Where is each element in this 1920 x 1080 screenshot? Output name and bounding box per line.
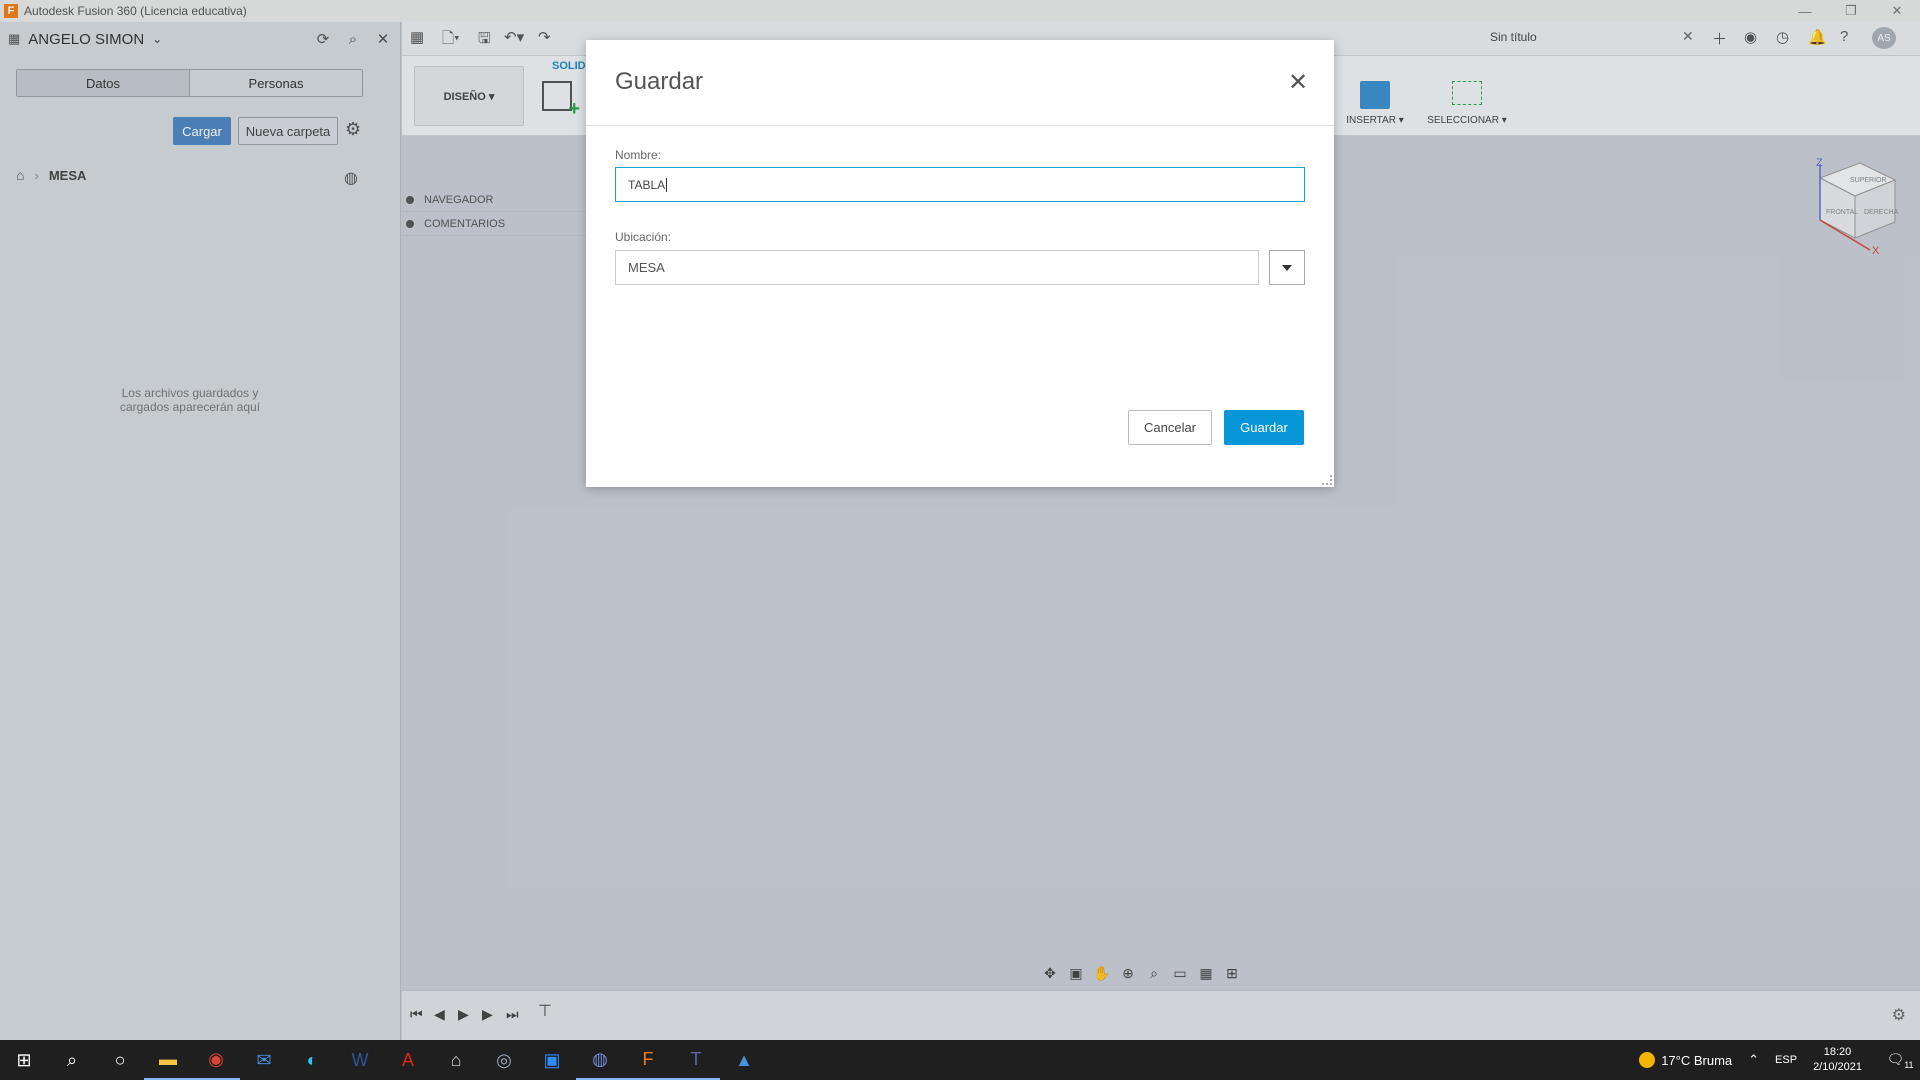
weather-widget[interactable]: 17°C Bruma bbox=[1639, 1052, 1732, 1068]
clock-date: 2/10/2021 bbox=[1813, 1061, 1862, 1073]
cortana-icon[interactable]: ○ bbox=[96, 1040, 144, 1080]
language-indicator[interactable]: ESP bbox=[1775, 1054, 1797, 1066]
name-input-value: TABLA bbox=[628, 177, 666, 192]
acrobat-icon[interactable]: A bbox=[384, 1040, 432, 1080]
cancel-button[interactable]: Cancelar bbox=[1128, 410, 1212, 445]
clock-time: 18:20 bbox=[1823, 1046, 1852, 1058]
save-button[interactable]: Guardar bbox=[1224, 410, 1304, 445]
fusion-taskbar-icon[interactable]: F bbox=[624, 1040, 672, 1080]
taskbar-apps: ⊞ ⌕ ○ ▬ ◉ ✉ ◐ W A ⌂ ◎ ▣ ◍ F T ▲ bbox=[0, 1040, 768, 1080]
discord-icon[interactable]: ◍ bbox=[576, 1040, 624, 1080]
name-label: Nombre: bbox=[615, 148, 662, 162]
mail-icon[interactable]: ✉ bbox=[240, 1040, 288, 1080]
save-dialog: Guardar ✕ Nombre: TABLA Ubicación: MESA … bbox=[586, 40, 1334, 487]
weather-sun-icon bbox=[1639, 1052, 1656, 1068]
store-icon[interactable]: ⌂ bbox=[432, 1040, 480, 1080]
search-icon[interactable]: ⌕ bbox=[48, 1040, 96, 1080]
steam-icon[interactable]: ◎ bbox=[480, 1040, 528, 1080]
edge-icon[interactable]: ◐ bbox=[288, 1040, 336, 1080]
file-explorer-icon[interactable]: ▬ bbox=[144, 1040, 192, 1080]
weather-text: 17°C Bruma bbox=[1661, 1052, 1733, 1068]
location-label: Ubicación: bbox=[615, 230, 672, 244]
chevron-up-icon[interactable]: ⌃ bbox=[1748, 1052, 1759, 1068]
location-field[interactable]: MESA bbox=[615, 250, 1259, 285]
notification-center-icon[interactable]: 🗨11 bbox=[1880, 1051, 1920, 1070]
teams-icon[interactable]: T bbox=[672, 1040, 720, 1080]
dialog-title: Guardar bbox=[615, 68, 704, 95]
notification-count: 11 bbox=[1904, 1059, 1914, 1070]
photos-icon[interactable]: ▲ bbox=[720, 1040, 768, 1080]
chrome-icon[interactable]: ◉ bbox=[192, 1040, 240, 1080]
resize-grip-icon[interactable] bbox=[1322, 475, 1332, 485]
system-tray: 17°C Bruma ⌃ ESP 18:20 2/10/2021 🗨11 bbox=[1639, 1040, 1920, 1080]
taskbar: ⊞ ⌕ ○ ▬ ◉ ✉ ◐ W A ⌂ ◎ ▣ ◍ F T ▲ 17°C Bru… bbox=[0, 1040, 1920, 1080]
zoom-app-icon[interactable]: ▣ bbox=[528, 1040, 576, 1080]
text-caret bbox=[666, 177, 668, 192]
location-dropdown-button[interactable] bbox=[1269, 250, 1305, 285]
name-input[interactable]: TABLA bbox=[615, 167, 1305, 202]
clock[interactable]: 18:20 2/10/2021 bbox=[1813, 1045, 1862, 1075]
windows-start-icon[interactable]: ⊞ bbox=[0, 1040, 48, 1080]
dialog-header: Guardar ✕ bbox=[586, 40, 1334, 126]
close-icon[interactable]: ✕ bbox=[1286, 69, 1310, 96]
word-icon[interactable]: W bbox=[336, 1040, 384, 1080]
